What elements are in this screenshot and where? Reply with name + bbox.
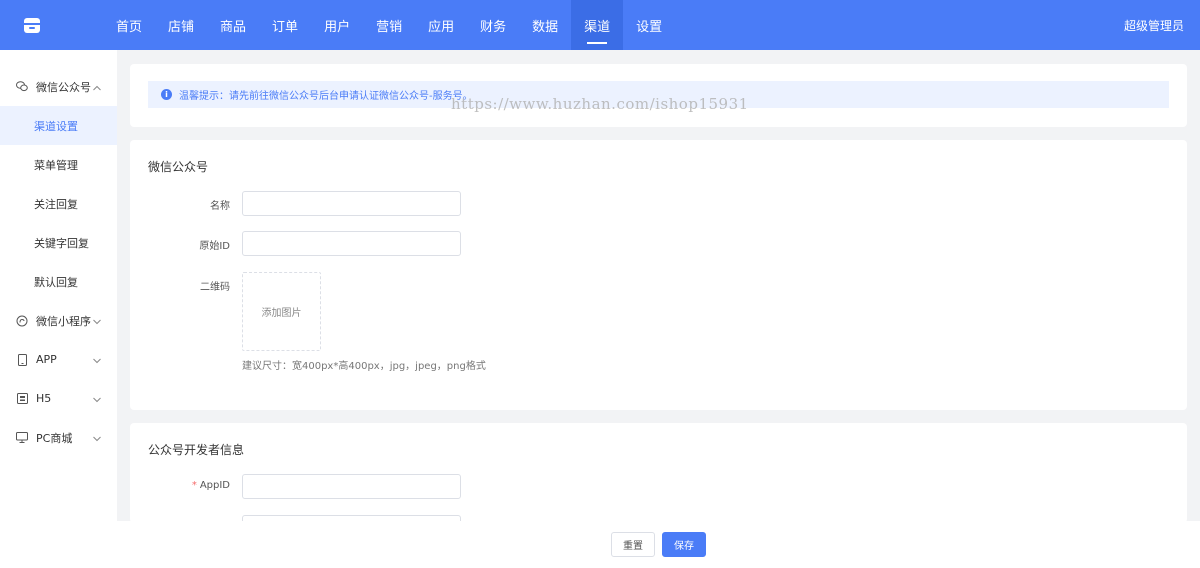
name-label: 名称 [210, 201, 230, 212]
chevron-down-icon [93, 392, 101, 405]
sidebar-group-app[interactable]: APP [0, 340, 117, 379]
chevron-down-icon [93, 353, 101, 366]
store-icon[interactable] [7, 0, 57, 50]
name-input[interactable] [242, 191, 461, 216]
section-title: 微信公众号 [148, 160, 209, 174]
wechat-icon [16, 81, 28, 93]
main-nav: 首页 店铺 商品 订单 用户 营销 应用 财务 数据 渠道 设置 [103, 0, 675, 50]
chevron-down-icon [93, 431, 101, 444]
sidebar-group-h5[interactable]: H5 [0, 379, 117, 418]
h5-icon [16, 393, 28, 405]
reset-button[interactable]: 重置 [611, 532, 655, 557]
appid-label: * AppID [130, 480, 230, 491]
nav-channel[interactable]: 渠道 [571, 0, 624, 50]
sidebar-group-pc-mall[interactable]: PC商城 [0, 418, 117, 457]
notice-text: 温馨提示：请先前往微信公众号后台申请认证微信公众号-服务号。 [179, 91, 473, 102]
appid-input[interactable] [242, 474, 461, 499]
sidebar-group-label: PC商城 [36, 431, 73, 445]
original-id-input[interactable] [242, 231, 461, 256]
required-mark: * [191, 480, 197, 491]
miniprogram-icon [16, 315, 28, 327]
original-id-label: 原始ID [199, 241, 230, 252]
sidebar-group-label: APP [36, 353, 57, 366]
qrcode-label: 二维码 [200, 282, 230, 293]
sidebar-item-follow-reply[interactable]: 关注回复 [0, 184, 117, 223]
monitor-icon [16, 432, 28, 444]
nav-home[interactable]: 首页 [103, 0, 155, 50]
nav-store[interactable]: 店铺 [155, 0, 207, 50]
nav-users[interactable]: 用户 [311, 0, 363, 50]
upload-text: 添加图片 [261, 308, 302, 319]
chevron-down-icon [93, 314, 101, 327]
sidebar-item-keyword-reply[interactable]: 关键字回复 [0, 223, 117, 262]
save-button[interactable]: 保存 [662, 532, 706, 557]
chevron-up-icon [93, 80, 101, 93]
nav-marketing[interactable]: 营销 [363, 0, 415, 50]
nav-goods[interactable]: 商品 [207, 0, 259, 50]
sidebar-item-channel-settings[interactable]: 渠道设置 [0, 106, 117, 145]
qrcode-hint: 建议尺寸：宽400px*高400px，jpg，jpeg，png格式 [242, 361, 486, 372]
section-title: 公众号开发者信息 [148, 443, 245, 457]
info-icon: i [161, 89, 172, 100]
nav-finance[interactable]: 财务 [467, 0, 519, 50]
qrcode-upload-button[interactable]: 添加图片 [242, 272, 321, 351]
mobile-icon [16, 353, 28, 366]
developer-info-card: 公众号开发者信息 * AppID [130, 423, 1187, 523]
sidebar-item-default-reply[interactable]: 默认回复 [0, 262, 117, 301]
appid-label-text: AppID [199, 480, 230, 491]
sidebar-group-miniprogram[interactable]: 微信小程序 [0, 301, 117, 340]
nav-orders[interactable]: 订单 [259, 0, 311, 50]
watermark: https://www.huzhan.com/ishop15931 [451, 95, 749, 113]
user-menu[interactable]: 超级管理员 [1124, 0, 1184, 50]
nav-settings[interactable]: 设置 [623, 0, 675, 50]
nav-apps[interactable]: 应用 [415, 0, 467, 50]
sidebar-group-label: 微信小程序 [36, 314, 91, 328]
sidebar-group-wechat[interactable]: 微信公众号 [0, 67, 117, 106]
nav-data[interactable]: 数据 [519, 0, 571, 50]
sidebar-group-label: H5 [36, 392, 52, 405]
sidebar: 微信公众号 渠道设置 菜单管理 关注回复 关键字回复 默认回复 微信小程序 AP… [0, 50, 117, 568]
sidebar-item-menu-management[interactable]: 菜单管理 [0, 145, 117, 184]
top-navbar: 首页 店铺 商品 订单 用户 营销 应用 财务 数据 渠道 设置 超级管理员 [0, 0, 1200, 50]
wechat-account-card: 微信公众号 名称 原始ID 二维码 添加图片 建议尺寸：宽400px*高400p… [130, 140, 1187, 410]
form-footer: 重置 保存 [117, 521, 1200, 568]
sidebar-group-label: 微信公众号 [36, 80, 91, 94]
